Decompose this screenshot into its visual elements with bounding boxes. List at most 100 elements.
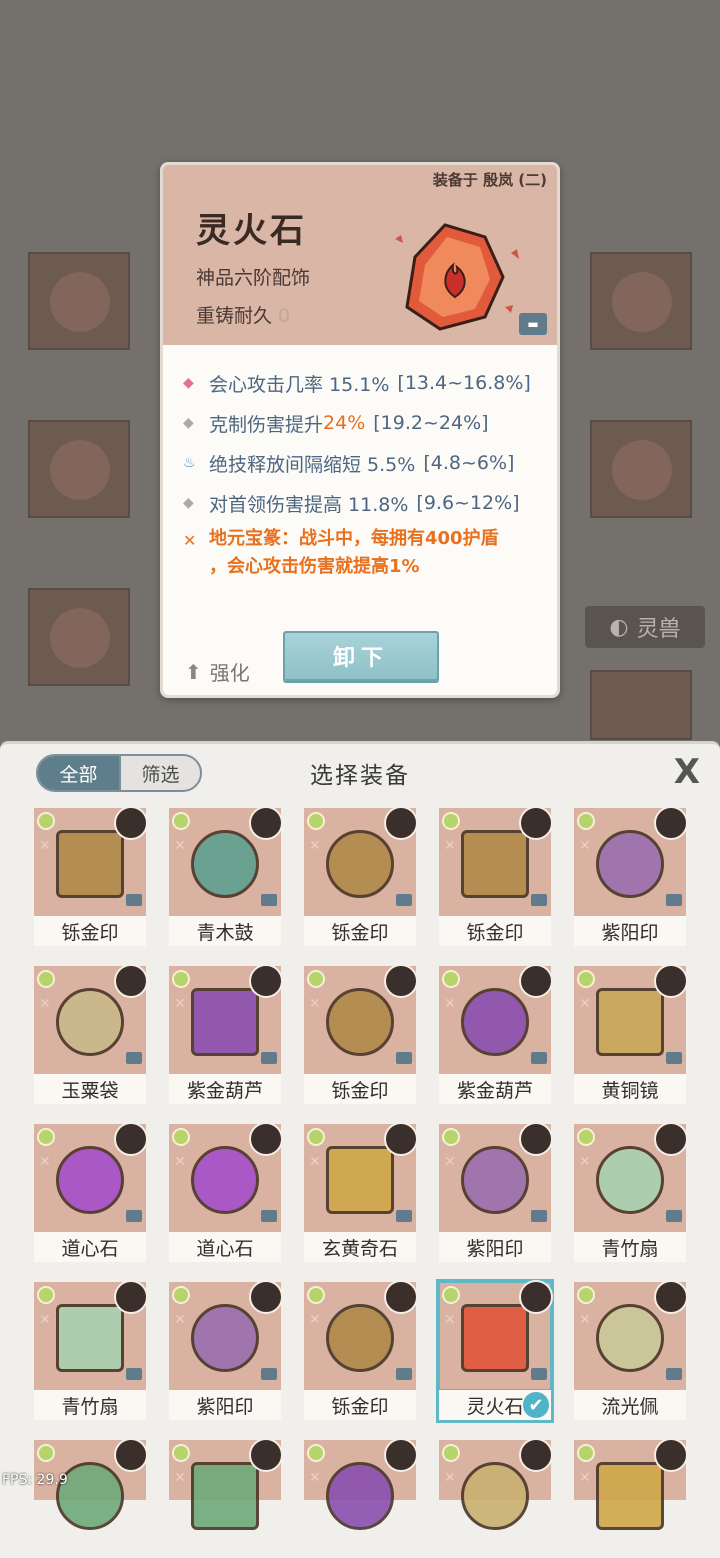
equipment-tile[interactable]: ✕ 铄金印 bbox=[304, 964, 418, 1104]
rank-icon: ✕ bbox=[309, 1470, 321, 1486]
equipment-tile[interactable]: ✕ bbox=[304, 1438, 418, 1530]
item-icon bbox=[191, 830, 259, 898]
equipment-tile[interactable]: ✕ 青木鼓 bbox=[169, 806, 283, 946]
rank-icon: ✕ bbox=[309, 996, 321, 1012]
lock-icon bbox=[666, 1210, 682, 1222]
grey-diamond-icon: ◆ bbox=[183, 495, 194, 511]
lock-icon bbox=[261, 1368, 277, 1380]
equipment-tile[interactable]: ✕ 紫阳印 bbox=[169, 1280, 283, 1420]
lock-icon bbox=[261, 894, 277, 906]
owner-avatar bbox=[114, 1280, 148, 1314]
item-name-label: 青竹扇 bbox=[34, 1390, 146, 1420]
bg-equip-slot bbox=[28, 252, 130, 350]
equipment-tile[interactable]: ✕ bbox=[34, 1438, 148, 1530]
owner-avatar bbox=[654, 1122, 688, 1156]
rank-icon: ✕ bbox=[444, 838, 456, 854]
item-name-label: 道心石 bbox=[34, 1232, 146, 1262]
item-name-label: 玉粟袋 bbox=[34, 1074, 146, 1104]
equipment-tile[interactable]: ✕ 铄金印 bbox=[304, 1280, 418, 1420]
bg-equip-slot bbox=[28, 588, 130, 686]
equipment-tile[interactable]: ✕ 灵火石 ✔ bbox=[436, 1279, 554, 1423]
item-icon bbox=[596, 988, 664, 1056]
equipment-tile[interactable]: ✕ 青竹扇 bbox=[34, 1280, 148, 1420]
owner-avatar bbox=[384, 1280, 418, 1314]
item-name: 灵火石 bbox=[196, 211, 307, 251]
stat-row: ◆ 对首领伤害提高 11.8% [9.6~12%] bbox=[183, 492, 520, 516]
equipment-tile[interactable]: ✕ 铄金印 bbox=[34, 806, 148, 946]
pet-tab: ◐ 灵兽 bbox=[585, 606, 705, 648]
owner-avatar bbox=[519, 1280, 553, 1314]
grade-badge-icon bbox=[577, 1444, 595, 1462]
item-icon bbox=[326, 1462, 394, 1530]
rank-icon: ✕ bbox=[579, 838, 591, 854]
rank-icon: ✕ bbox=[174, 838, 186, 854]
lock-icon bbox=[261, 1210, 277, 1222]
lock-icon bbox=[126, 1052, 142, 1064]
item-icon bbox=[596, 1462, 664, 1530]
lock-icon[interactable]: ▬ bbox=[519, 313, 547, 335]
fps-counter: FPS: 29.9 bbox=[2, 1472, 68, 1488]
equipment-tile[interactable]: ✕ 紫金葫芦 bbox=[169, 964, 283, 1104]
equipment-tile[interactable]: ✕ 黄铜镜 bbox=[574, 964, 688, 1104]
equipment-select-panel: 全部 筛选 选择装备 X ✕ 铄金印 ✕ 青木鼓 ✕ 铄金印 ✕ 铄金印 ✕ 紫阳印 ✕ 玉粟袋 ✕ 紫金… bbox=[0, 741, 720, 1558]
enhance-button[interactable]: ⬆ 强化 bbox=[185, 657, 250, 686]
stat-row: ♨ 绝技释放间隔缩短 5.5% [4.8~6%] bbox=[183, 452, 515, 476]
grade-badge-icon bbox=[442, 1286, 460, 1304]
grade-badge-icon bbox=[307, 1286, 325, 1304]
item-name-label: 铄金印 bbox=[304, 916, 416, 946]
equipment-tile[interactable]: ✕ bbox=[574, 1438, 688, 1530]
grade-badge-icon bbox=[37, 1444, 55, 1462]
blue-flame-icon: ♨ bbox=[183, 455, 196, 471]
rank-icon: ✕ bbox=[39, 996, 51, 1012]
owner-avatar bbox=[114, 1438, 148, 1472]
owner-avatar bbox=[114, 1122, 148, 1156]
grey-diamond-icon: ◆ bbox=[183, 415, 194, 431]
owner-avatar bbox=[114, 806, 148, 840]
item-name-label: 玄黄奇石 bbox=[304, 1232, 416, 1262]
equipment-tile[interactable]: ✕ 紫阳印 bbox=[439, 1122, 553, 1262]
item-icon bbox=[461, 830, 529, 898]
grade-badge-icon bbox=[172, 970, 190, 988]
rank-icon: ✕ bbox=[579, 1312, 591, 1328]
equipment-tile[interactable]: ✕ 玉粟袋 bbox=[34, 964, 148, 1104]
up-arrow-icon: ⬆ bbox=[185, 659, 202, 684]
rank-icon: ✕ bbox=[39, 1154, 51, 1170]
equipment-tile[interactable]: ✕ 道心石 bbox=[169, 1122, 283, 1262]
bg-equip-slot bbox=[590, 670, 692, 740]
equipment-tile[interactable]: ✕ 紫金葫芦 bbox=[439, 964, 553, 1104]
owner-avatar bbox=[519, 806, 553, 840]
equipment-tile[interactable]: ✕ 铄金印 bbox=[439, 806, 553, 946]
owner-avatar bbox=[519, 1122, 553, 1156]
grade-badge-icon bbox=[577, 1128, 595, 1146]
unequip-button[interactable]: 卸下 bbox=[283, 631, 439, 681]
grade-badge-icon bbox=[37, 1286, 55, 1304]
owner-avatar bbox=[519, 1438, 553, 1472]
rank-icon: ✕ bbox=[309, 1154, 321, 1170]
pink-diamond-icon: ◆ bbox=[183, 375, 194, 391]
grade-badge-icon bbox=[172, 1128, 190, 1146]
close-icon[interactable]: X bbox=[674, 752, 700, 792]
equipment-tile[interactable]: ✕ bbox=[169, 1438, 283, 1530]
item-name-label: 紫阳印 bbox=[574, 916, 686, 946]
lock-icon bbox=[531, 1210, 547, 1222]
item-icon bbox=[191, 1146, 259, 1214]
equipment-tile[interactable]: ✕ 道心石 bbox=[34, 1122, 148, 1262]
item-detail-card: 装备于 殷岚 (二) 灵火石 神品六阶配饰 重铸耐久 0 ▬ ◆ 会心攻击几率 1… bbox=[160, 162, 560, 698]
equipment-tile[interactable]: ✕ 紫阳印 bbox=[574, 806, 688, 946]
lock-icon bbox=[126, 1210, 142, 1222]
item-icon bbox=[326, 1146, 394, 1214]
item-icon bbox=[326, 830, 394, 898]
equipment-tile[interactable]: ✕ 青竹扇 bbox=[574, 1122, 688, 1262]
grade-badge-icon bbox=[577, 970, 595, 988]
grade-badge-icon bbox=[37, 812, 55, 830]
equipment-tile[interactable]: ✕ bbox=[439, 1438, 553, 1530]
equipment-tile[interactable]: ✕ 流光佩 bbox=[574, 1280, 688, 1420]
item-name-label: 道心石 bbox=[169, 1232, 281, 1262]
equipment-tile[interactable]: ✕ 铄金印 bbox=[304, 806, 418, 946]
grade-badge-icon bbox=[307, 812, 325, 830]
item-name-label: 青竹扇 bbox=[574, 1232, 686, 1262]
lock-icon bbox=[666, 1052, 682, 1064]
rank-icon: ✕ bbox=[444, 996, 456, 1012]
lock-icon bbox=[396, 1052, 412, 1064]
equipment-tile[interactable]: ✕ 玄黄奇石 bbox=[304, 1122, 418, 1262]
